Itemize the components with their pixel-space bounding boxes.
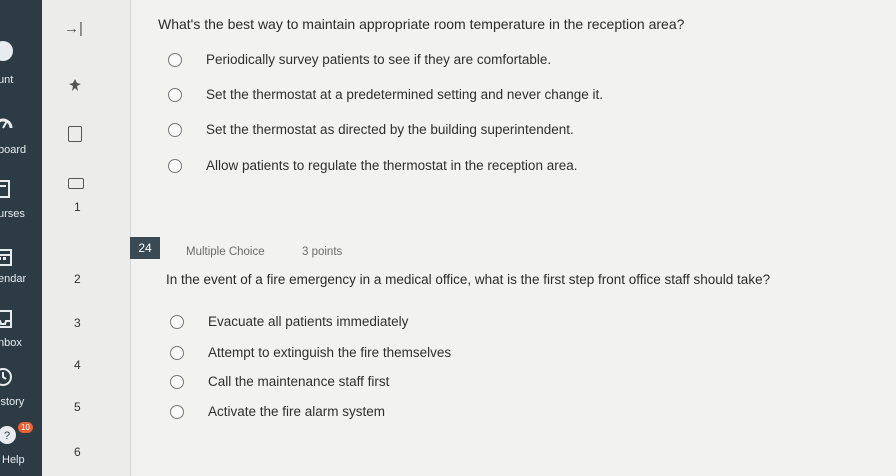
answer-option[interactable]: Allow patients to regulate the thermosta… <box>168 158 577 173</box>
question-nav-number[interactable]: 5 <box>74 400 81 414</box>
collapse-icon[interactable]: →| <box>64 20 83 37</box>
global-nav: unt board urses endar nbox istory ? 10 H… <box>0 0 42 476</box>
help-icon: ? <box>0 426 16 444</box>
answer-label: Activate the fire alarm system <box>208 404 386 419</box>
radio-button[interactable] <box>170 374 184 389</box>
nav-dashboard[interactable]: board <box>0 112 42 156</box>
answer-label: Set the thermostat as directed by the bu… <box>206 122 574 137</box>
answer-label: Evacuate all patients immediately <box>208 314 409 329</box>
nav-label-account: unt <box>0 74 14 86</box>
radio-button[interactable] <box>170 345 184 360</box>
nav-label-courses: urses <box>0 208 25 220</box>
nav-label-history: istory <box>0 396 25 408</box>
nav-calendar[interactable]: endar <box>0 246 42 285</box>
question-nav-number[interactable]: 3 <box>74 316 81 330</box>
nav-label-inbox: nbox <box>0 337 22 349</box>
answer-label: Allow patients to regulate the thermosta… <box>206 158 578 173</box>
svg-text:?: ? <box>4 430 10 442</box>
question-nav: →| 1 2 3 4 5 6 <box>42 0 131 476</box>
question-points: 3 points <box>302 246 343 258</box>
history-icon <box>0 368 12 386</box>
radio-button[interactable] <box>168 87 182 102</box>
radio-button[interactable] <box>168 52 182 67</box>
courses-icon <box>0 180 10 198</box>
nav-help[interactable]: ? 10 Help <box>0 422 42 466</box>
question-nav-number[interactable]: 4 <box>74 358 81 372</box>
answer-option[interactable]: Periodically survey patients to see if t… <box>168 52 551 67</box>
question-text: What's the best way to maintain appropri… <box>158 16 685 32</box>
question-nav-number[interactable]: 2 <box>74 272 81 286</box>
nav-courses[interactable]: urses <box>0 178 42 220</box>
flag-icon[interactable] <box>68 178 84 189</box>
question-nav-number[interactable]: 1 <box>74 200 81 214</box>
answer-option[interactable]: Attempt to extinguish the fire themselve… <box>170 345 451 360</box>
answer-option[interactable]: Activate the fire alarm system <box>170 404 385 419</box>
calendar-icon <box>0 249 12 266</box>
answer-option[interactable]: Call the maintenance staff first <box>170 374 389 389</box>
flag-icon[interactable] <box>68 126 82 142</box>
answer-label: Attempt to extinguish the fire themselve… <box>208 345 452 360</box>
nav-history[interactable]: istory <box>0 366 42 408</box>
answer-option[interactable]: Set the thermostat at a predetermined se… <box>168 87 603 102</box>
dashboard-icon <box>0 118 13 129</box>
radio-button[interactable] <box>170 314 184 329</box>
radio-button[interactable] <box>168 122 182 137</box>
nav-label-help: Help <box>2 454 25 466</box>
question-text: In the event of a fire emergency in a me… <box>166 272 771 287</box>
radio-button[interactable] <box>170 404 184 419</box>
nav-account[interactable]: unt <box>0 40 42 86</box>
answer-label: Set the thermostat at a predetermined se… <box>206 87 603 102</box>
radio-button[interactable] <box>168 158 182 173</box>
pin-icon[interactable] <box>68 78 82 92</box>
answer-label: Periodically survey patients to see if t… <box>206 52 552 67</box>
inbox-icon <box>0 310 12 328</box>
nav-label-calendar: endar <box>0 273 27 285</box>
answer-label: Call the maintenance staff first <box>208 374 390 389</box>
answer-option[interactable]: Set the thermostat as directed by the bu… <box>168 122 574 137</box>
nav-label-dashboard: board <box>0 144 27 156</box>
nav-inbox[interactable]: nbox <box>0 308 42 349</box>
question-nav-number[interactable]: 6 <box>74 445 81 459</box>
question-type: Multiple Choice <box>186 246 265 258</box>
account-icon <box>0 41 13 61</box>
question-number-badge: 24 <box>130 237 160 259</box>
answer-option[interactable]: Evacuate all patients immediately <box>170 314 408 329</box>
notification-badge: 10 <box>18 422 33 433</box>
